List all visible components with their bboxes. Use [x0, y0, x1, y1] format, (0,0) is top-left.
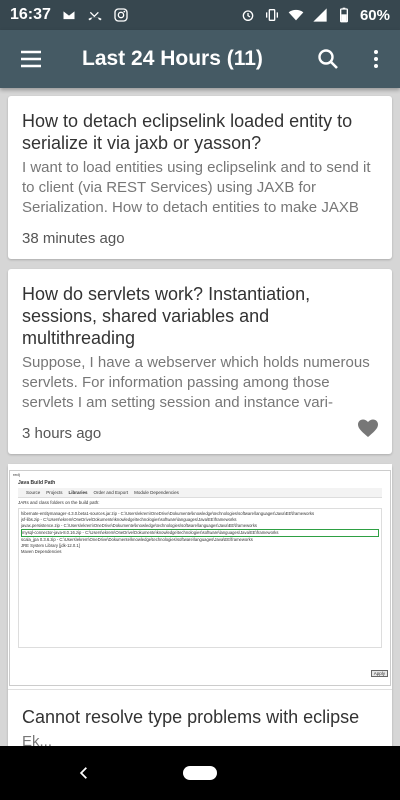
missed-call-icon [87, 7, 103, 23]
question-title: Cannot resolve type problems with eclips… [22, 707, 360, 727]
dialog-tab: Projects [46, 490, 63, 495]
favorite-button[interactable] [356, 416, 380, 440]
app-bar: Last 24 Hours (11) [0, 30, 400, 88]
window-label: red) [13, 472, 21, 477]
mail-icon [61, 7, 77, 23]
system-nav-bar [0, 746, 400, 800]
question-excerpt: I want to load entities using eclipselin… [22, 159, 371, 216]
hamburger-menu-icon [21, 50, 41, 68]
battery-icon [336, 7, 352, 23]
question-list[interactable]: How to detach eclipselink loaded entity … [0, 88, 400, 746]
dialog-tab: Order and Export [93, 490, 129, 495]
status-bar: 16:37 60% [0, 0, 400, 30]
status-time: 16:37 [10, 6, 51, 23]
dialog-tab: Libraries [68, 490, 88, 495]
question-card[interactable]: How do servlets work? Instantiation, ses… [8, 269, 392, 454]
question-time: 38 minutes ago [22, 230, 125, 247]
question-screenshot: red) Java Build Path Source Projects Lib… [8, 464, 392, 690]
search-icon [318, 49, 338, 69]
home-pill-icon[interactable] [183, 766, 217, 780]
eclipse-build-path-screenshot: red) Java Build Path Source Projects Lib… [9, 470, 391, 686]
question-excerpt: Ek... [22, 733, 53, 746]
instagram-icon [113, 7, 129, 23]
library-row-highlighted: mysql-connector-java-8.0.16.zip - C:\Use… [21, 529, 379, 537]
question-card[interactable]: How to detach eclipselink loaded entity … [8, 96, 392, 259]
dialog-tabs: Source Projects Libraries Order and Expo… [18, 488, 382, 498]
more-vert-icon [374, 50, 378, 68]
page-title: Last 24 Hours (11) [82, 47, 263, 70]
dialog-title: Java Build Path [18, 480, 56, 486]
question-title: How to detach eclipselink loaded entity … [22, 111, 353, 153]
library-list: hibernate-entitymanager-4.3.0.beta1-sour… [18, 508, 382, 648]
library-row: Maven Dependencies [21, 549, 62, 554]
dialog-subtitle: JARs and class folders on the build path… [18, 500, 100, 505]
overflow-menu-button[interactable] [352, 30, 400, 88]
back-button[interactable] [72, 758, 96, 788]
dialog-tab: Source [26, 490, 41, 495]
wifi-icon [288, 7, 304, 23]
question-time: 3 hours ago [22, 425, 102, 442]
question-card[interactable]: red) Java Build Path Source Projects Lib… [8, 464, 392, 746]
alarm-icon [240, 7, 256, 23]
battery-level: 60% [359, 6, 390, 24]
menu-button[interactable] [0, 30, 62, 88]
question-title: How do servlets work? Instantiation, ses… [22, 284, 311, 348]
search-button[interactable] [304, 30, 352, 88]
heart-icon [358, 419, 378, 437]
dialog-tab: Module Dependencies [134, 490, 179, 495]
apply-button-image: Apply [370, 670, 388, 677]
question-excerpt: Suppose, I have a webserver which holds … [22, 354, 370, 411]
back-icon [79, 767, 87, 779]
signal-icon [312, 7, 328, 23]
vibrate-icon [264, 7, 280, 23]
